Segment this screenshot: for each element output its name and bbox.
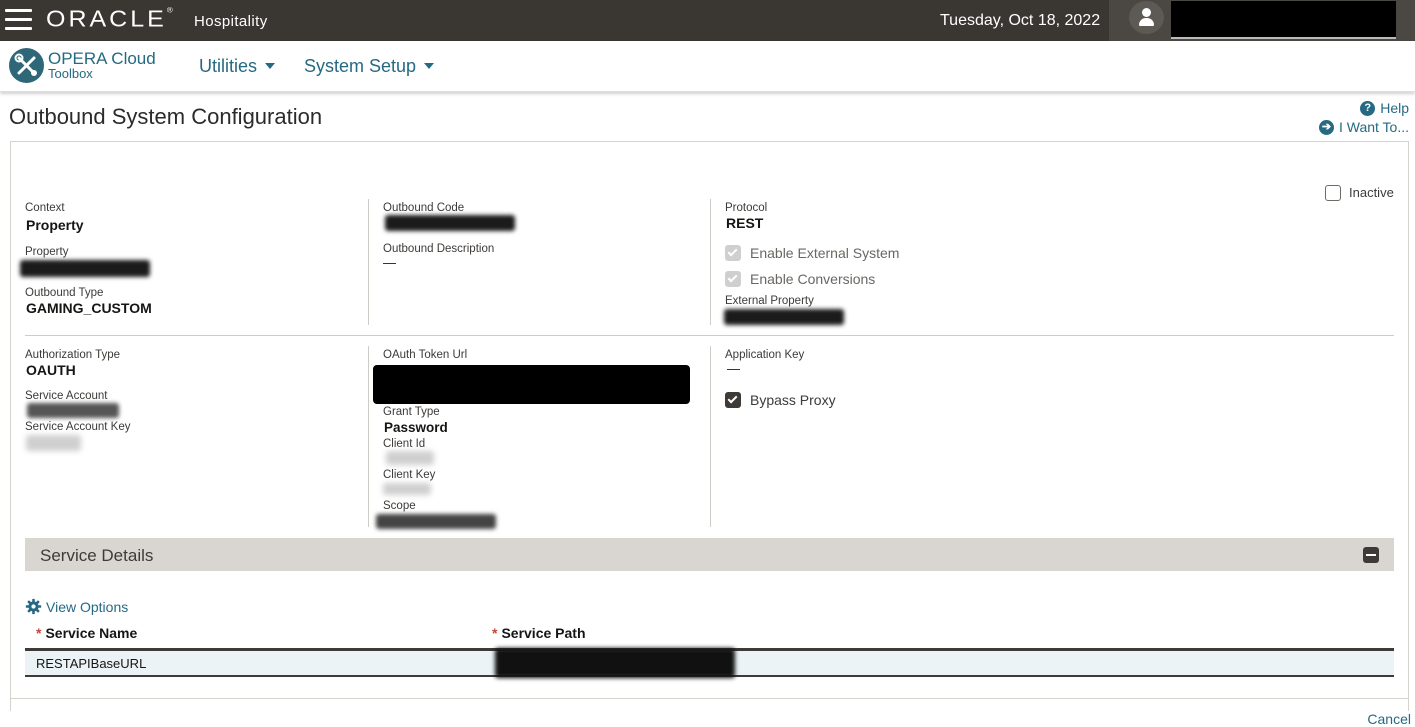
help-icon: ? <box>1360 100 1376 116</box>
application-key-label: Application Key <box>725 349 805 361</box>
column-divider <box>368 199 369 325</box>
system-setup-menu-label: System Setup <box>304 56 417 76</box>
service-account-key-label: Service Account Key <box>25 421 131 433</box>
required-marker: * <box>492 625 498 641</box>
service-details-title: Service Details <box>40 546 154 565</box>
required-marker: * <box>36 625 42 641</box>
outbound-description-value: — <box>383 255 396 270</box>
application-key-value: — <box>727 361 740 376</box>
hamburger-menu-icon[interactable] <box>5 9 32 32</box>
scope-label: Scope <box>383 500 416 512</box>
top-bar: ORACLE® Hospitality Tuesday, Oct 18, 202… <box>0 0 1415 41</box>
inactive-label: Inactive <box>1349 185 1394 200</box>
authorization-type-label: Authorization Type <box>25 349 121 361</box>
column-header-service-path[interactable]: * Service Path <box>492 625 586 641</box>
app-subtitle: Toolbox <box>48 66 93 81</box>
view-options-label: View Options <box>46 598 129 615</box>
service-details-header[interactable]: Service Details <box>25 538 1394 571</box>
help-link[interactable]: ? Help <box>1360 100 1409 116</box>
service-account-key-value-redacted <box>26 435 81 451</box>
column-header-label: Service Name <box>45 625 138 641</box>
bypass-proxy-label: Bypass Proxy <box>750 392 836 408</box>
external-property-label: External Property <box>725 295 814 307</box>
help-label: Help <box>1380 100 1409 116</box>
grant-type-value: Password <box>384 420 448 435</box>
service-name-cell: RESTAPIBaseURL <box>36 656 147 671</box>
app-title[interactable]: OPERA Cloud <box>48 50 156 67</box>
chevron-down-icon <box>424 63 435 69</box>
context-label: Context <box>25 202 65 214</box>
page-title: Outbound System Configuration <box>9 104 323 129</box>
protocol-value: REST <box>726 215 764 231</box>
section-divider <box>25 335 1394 336</box>
chevron-down-icon <box>265 63 276 69</box>
product-name: Hospitality <box>194 13 268 30</box>
view-options-link[interactable]: View Options <box>25 598 128 615</box>
enable-conversions-checkbox[interactable] <box>725 271 741 287</box>
grant-type-label: Grant Type <box>383 406 440 418</box>
footer-divider <box>10 698 1409 699</box>
authorization-type-value: OAUTH <box>26 362 76 378</box>
service-account-label: Service Account <box>25 390 108 402</box>
app-navigation-bar: OPERA Cloud Toolbox Utilities System Set… <box>0 41 1415 92</box>
service-account-value-redacted <box>27 403 119 418</box>
outbound-code-label: Outbound Code <box>383 202 465 214</box>
column-divider <box>710 346 711 527</box>
scope-value-redacted <box>376 514 496 529</box>
oracle-logo: ORACLE® <box>46 6 173 32</box>
client-key-value-redacted <box>383 483 431 495</box>
gear-icon <box>25 598 42 615</box>
enable-external-system-checkbox[interactable] <box>725 245 741 261</box>
service-path-cell-redacted <box>495 648 735 678</box>
business-date: Tuesday, Oct 18, 2022 <box>940 12 1101 29</box>
external-property-value-redacted <box>724 309 844 325</box>
i-want-to-label: I Want To... <box>1338 119 1409 135</box>
outbound-type-label: Outbound Type <box>25 287 104 299</box>
bypass-proxy-checkbox[interactable] <box>725 392 741 408</box>
property-value-redacted <box>20 260 150 277</box>
property-label: Property <box>25 246 69 258</box>
inactive-checkbox[interactable] <box>1325 185 1341 201</box>
client-id-value-redacted <box>386 451 434 465</box>
client-key-label: Client Key <box>383 469 436 481</box>
outbound-description-label: Outbound Description <box>383 243 495 255</box>
enable-external-system-label: Enable External System <box>750 245 900 261</box>
arrow-right-icon: ➔ <box>1318 119 1334 135</box>
outbound-type-value: GAMING_CUSTOM <box>26 300 152 316</box>
protocol-label: Protocol <box>725 202 768 214</box>
column-divider <box>368 346 369 527</box>
column-divider <box>710 199 711 325</box>
oauth-token-url-value-redacted <box>373 365 690 404</box>
utilities-menu[interactable]: Utilities <box>199 56 276 77</box>
outbound-code-value-redacted <box>385 215 515 231</box>
cancel-button[interactable]: Cancel <box>1367 711 1411 727</box>
collapse-icon[interactable] <box>1363 547 1379 563</box>
user-name-redacted[interactable] <box>1171 1 1396 39</box>
user-avatar-icon[interactable] <box>1129 1 1164 34</box>
column-header-service-name[interactable]: * Service Name <box>36 625 137 641</box>
utilities-menu-label: Utilities <box>199 56 258 76</box>
context-value: Property <box>26 217 84 233</box>
column-header-label: Service Path <box>501 625 586 641</box>
toolbox-icon[interactable] <box>9 48 44 83</box>
i-want-to-link[interactable]: ➔ I Want To... <box>1318 119 1409 135</box>
client-id-label: Client Id <box>383 438 426 450</box>
system-setup-menu[interactable]: System Setup <box>304 56 435 77</box>
oauth-token-url-label: OAuth Token Url <box>383 349 468 361</box>
enable-conversions-label: Enable Conversions <box>750 271 876 287</box>
oracle-logo-text: ORACLE <box>46 6 167 32</box>
